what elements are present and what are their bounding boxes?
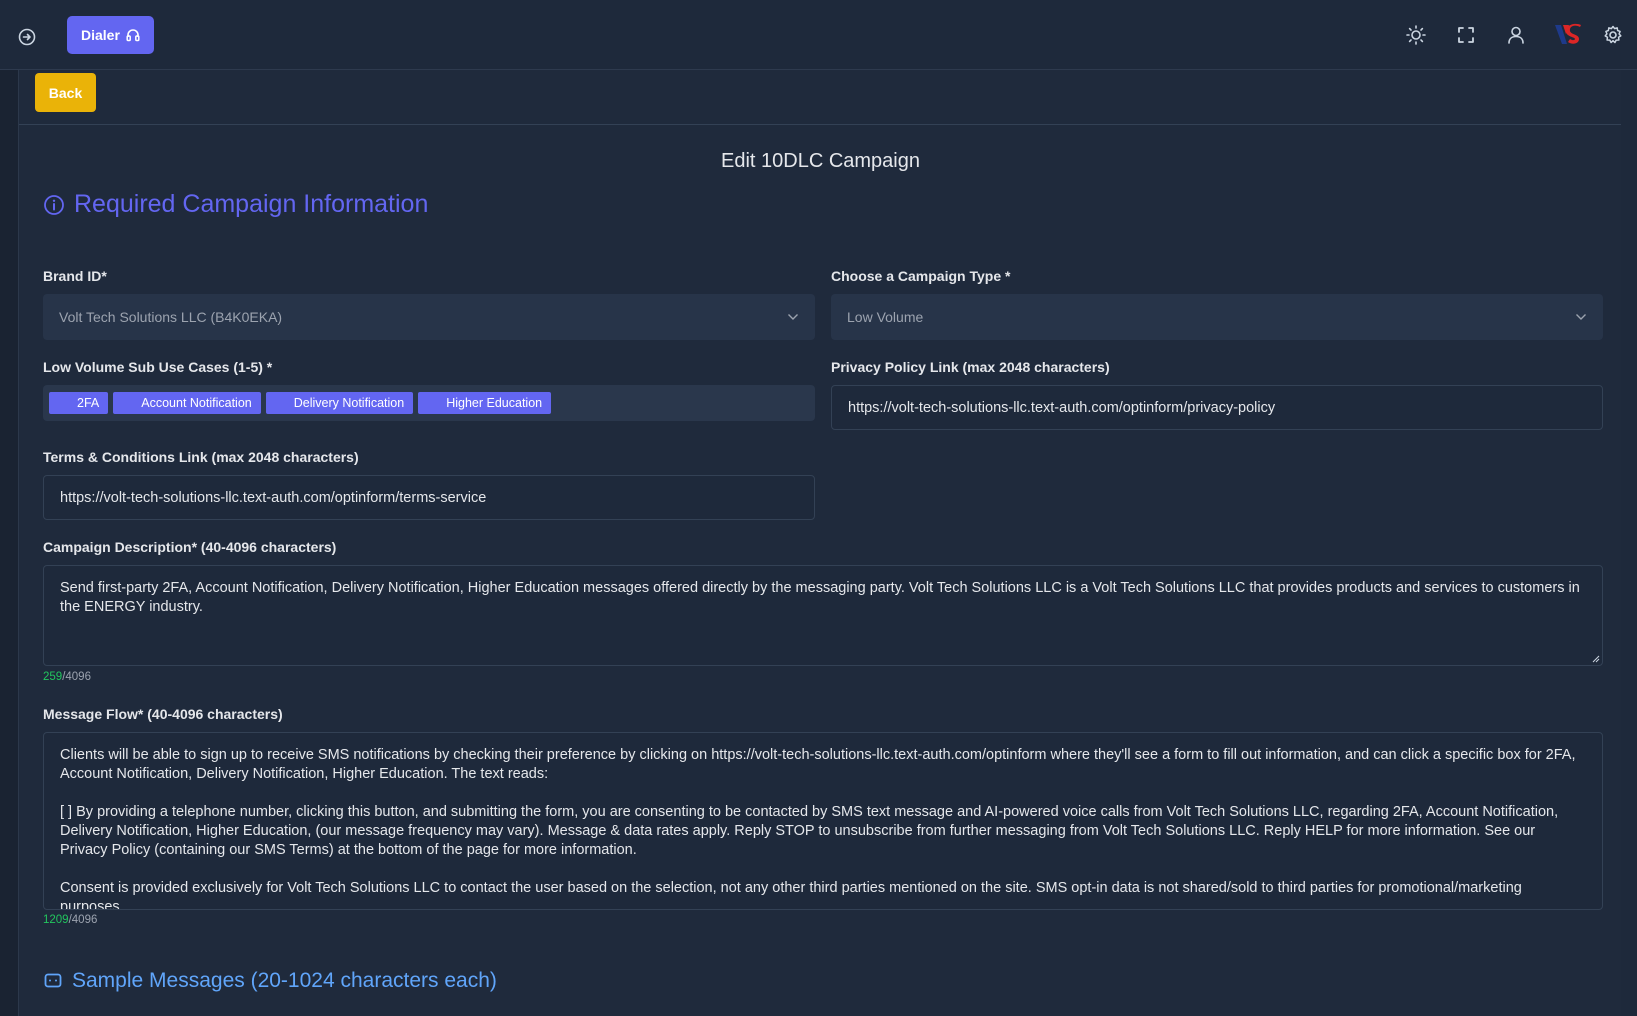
- message-flow-counter: 1209/4096: [43, 914, 97, 926]
- top-bar: Dialer: [0, 0, 1637, 70]
- page-title: Edit 10DLC Campaign: [721, 150, 920, 172]
- message-flow-label: Message Flow* (40-4096 characters): [43, 706, 283, 722]
- terms-label: Terms & Conditions Link (max 2048 charac…: [43, 449, 359, 465]
- main-content: Back Edit 10DLC Campaign Required Campai…: [18, 70, 1621, 1016]
- brand-id-value: Volt Tech Solutions LLC (B4K0EKA): [59, 309, 283, 325]
- campaign-type-select[interactable]: Low Volume: [831, 294, 1603, 340]
- gear-icon[interactable]: [1602, 24, 1624, 46]
- campaign-type-label: Choose a Campaign Type *: [831, 268, 1011, 284]
- samples-section-header: Sample Messages (20-1024 characters each…: [43, 969, 497, 993]
- sub-use-cases-label: Low Volume Sub Use Cases (1-5) *: [43, 359, 273, 375]
- description-textarea[interactable]: Send first-party 2FA, Account Notificati…: [43, 565, 1603, 666]
- info-icon: [44, 194, 64, 215]
- description-label: Campaign Description* (40-4096 character…: [43, 539, 337, 555]
- message-icon: [44, 973, 62, 988]
- message-flow-paragraph: [ ] By providing a telephone number, cli…: [60, 804, 1559, 858]
- message-flow-max: /4096: [68, 914, 98, 926]
- tag-account-notification[interactable]: Account Notification: [113, 392, 261, 414]
- description-counter: 259/4096: [43, 671, 91, 683]
- brand-logo[interactable]: [1553, 22, 1583, 48]
- terms-input[interactable]: https://volt-tech-solutions-llc.text-aut…: [43, 475, 815, 520]
- campaign-type-value: Low Volume: [847, 309, 924, 325]
- samples-section-title: Sample Messages (20-1024 characters each…: [72, 969, 497, 992]
- sub-use-cases-multiselect[interactable]: 2FA Account Notification Delivery Notifi…: [43, 385, 815, 421]
- required-section-title: Required Campaign Information: [74, 190, 429, 218]
- privacy-policy-label: Privacy Policy Link (max 2048 characters…: [831, 359, 1110, 375]
- sidebar-strip: [0, 70, 18, 1016]
- user-icon[interactable]: [1505, 24, 1527, 46]
- description-max: /4096: [62, 671, 91, 683]
- chevron-down-icon: [1576, 314, 1586, 320]
- back-bar: Back: [19, 70, 1621, 125]
- back-button[interactable]: Back: [35, 73, 96, 112]
- required-section-header: Required Campaign Information: [43, 190, 428, 219]
- brand-id-label: Brand ID*: [43, 268, 107, 284]
- privacy-policy-input[interactable]: https://volt-tech-solutions-llc.text-aut…: [831, 385, 1603, 430]
- sun-icon[interactable]: [1405, 24, 1427, 46]
- message-flow-paragraph: Clients will be able to sign up to recei…: [60, 747, 1576, 782]
- nav-toggle-icon[interactable]: [17, 27, 37, 47]
- brand-id-select[interactable]: Volt Tech Solutions LLC (B4K0EKA): [43, 294, 815, 340]
- description-count: 259: [43, 671, 63, 683]
- message-flow-paragraph: Consent is provided exclusively for Volt…: [60, 880, 1522, 910]
- chevron-down-icon: [788, 314, 798, 320]
- tag-2fa[interactable]: 2FA: [49, 392, 109, 414]
- description-text: Send first-party 2FA, Account Notificati…: [60, 580, 1580, 615]
- dialer-button[interactable]: Dialer: [67, 16, 154, 54]
- tag-delivery-notification[interactable]: Delivery Notification: [265, 392, 414, 414]
- dialer-label: Dialer: [81, 27, 120, 43]
- message-flow-count: 1209: [43, 914, 69, 926]
- headset-icon: [126, 29, 140, 42]
- fullscreen-icon[interactable]: [1455, 24, 1477, 46]
- message-flow-textarea[interactable]: Clients will be able to sign up to recei…: [43, 732, 1603, 910]
- tag-higher-education[interactable]: Higher Education: [418, 392, 552, 414]
- resize-grip-icon[interactable]: [1591, 654, 1600, 663]
